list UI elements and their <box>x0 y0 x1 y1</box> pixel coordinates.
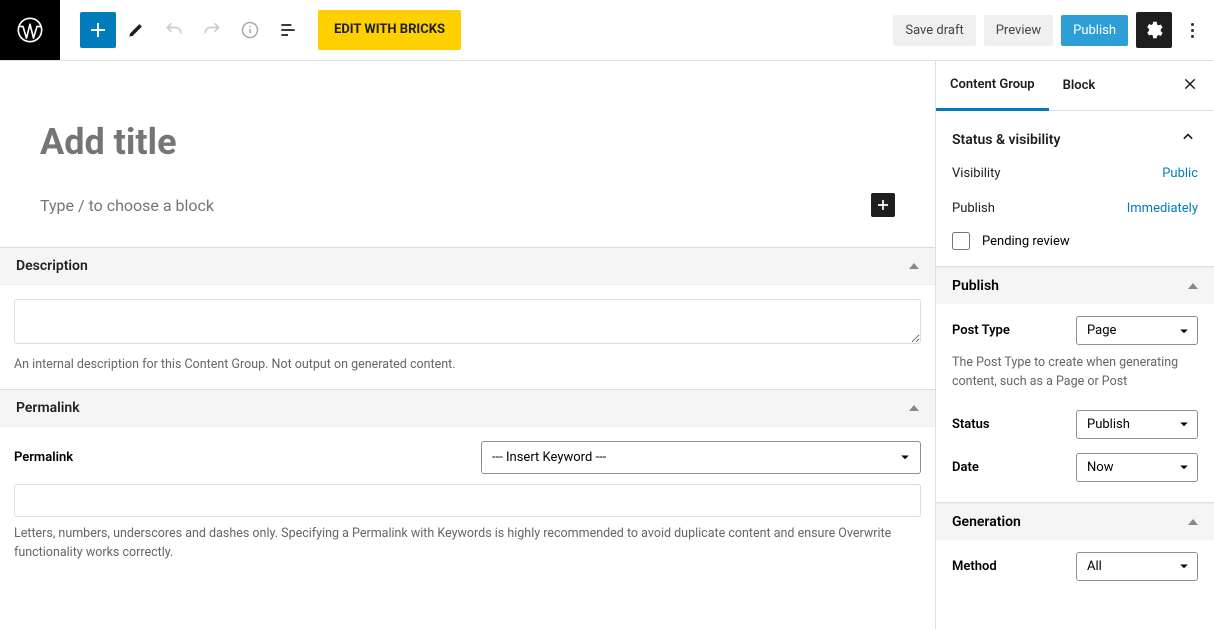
undo-button[interactable] <box>156 12 192 48</box>
caret-up-icon <box>909 263 919 269</box>
wordpress-icon <box>16 16 44 44</box>
tab-content-group[interactable]: Content Group <box>936 61 1049 111</box>
add-block-button[interactable] <box>80 12 116 48</box>
dot-icon <box>1191 29 1194 32</box>
dot-icon <box>1191 23 1194 26</box>
settings-button[interactable] <box>1136 12 1172 48</box>
status-visibility-section: Status & visibility Visibility Public Pu… <box>936 111 1214 267</box>
plus-icon <box>86 18 110 42</box>
outline-icon <box>278 20 298 40</box>
publish-button[interactable]: Publish <box>1061 15 1128 46</box>
publish-panel: Publish Post Type Page The Post Type to … <box>936 267 1214 503</box>
edit-with-bricks-button[interactable]: EDIT WITH BRICKS <box>318 10 461 50</box>
permalink-label: Permalink <box>14 450 73 465</box>
visibility-label: Visibility <box>952 166 1001 181</box>
preview-button[interactable]: Preview <box>984 15 1053 46</box>
save-draft-button[interactable]: Save draft <box>893 15 975 46</box>
wordpress-logo[interactable] <box>0 0 60 60</box>
permalink-hint: Letters, numbers, underscores and dashes… <box>14 525 921 563</box>
permalink-title: Permalink <box>16 400 80 416</box>
permalink-input[interactable] <box>14 484 921 517</box>
caret-up-icon <box>909 405 919 411</box>
status-visibility-header[interactable]: Status & visibility <box>952 127 1198 152</box>
top-toolbar: EDIT WITH BRICKS Save draft Preview Publ… <box>0 0 1214 61</box>
description-panel: Description An internal description for … <box>0 247 935 389</box>
publish-label: Publish <box>952 201 995 216</box>
date-select[interactable]: Now <box>1076 453 1198 482</box>
generation-panel-header[interactable]: Generation <box>936 503 1214 540</box>
dot-icon <box>1191 35 1194 38</box>
post-title-input[interactable] <box>40 121 895 163</box>
block-inserter-input[interactable] <box>40 196 871 215</box>
caret-up-icon <box>1188 519 1198 525</box>
chevron-up-icon <box>1178 127 1198 152</box>
pending-review-checkbox[interactable] <box>952 232 970 250</box>
description-textarea[interactable] <box>14 299 921 344</box>
sidebar-close-button[interactable] <box>1166 64 1214 108</box>
publish-value[interactable]: Immediately <box>1127 201 1198 216</box>
settings-sidebar: Content Group Block Status & visibility … <box>935 61 1214 629</box>
gear-icon <box>1143 19 1165 41</box>
toolbar-left: EDIT WITH BRICKS <box>60 10 461 50</box>
status-label: Status <box>952 417 990 432</box>
description-hint: An internal description for this Content… <box>14 356 921 375</box>
plus-icon <box>873 195 893 215</box>
method-select[interactable]: All <box>1076 552 1198 581</box>
post-type-select[interactable]: Page <box>1076 316 1198 345</box>
description-panel-header[interactable]: Description <box>0 248 935 285</box>
info-button[interactable] <box>232 12 268 48</box>
post-type-desc: The Post Type to create when generating … <box>952 353 1198 392</box>
status-select[interactable]: Publish <box>1076 410 1198 439</box>
description-title: Description <box>16 258 88 274</box>
visibility-value[interactable]: Public <box>1162 166 1198 181</box>
publish-panel-header[interactable]: Publish <box>936 267 1214 304</box>
permalink-panel: Permalink Permalink --- Insert Keyword -… <box>0 389 935 577</box>
generation-panel: Generation Method All <box>936 503 1214 601</box>
more-menu-button[interactable] <box>1180 12 1204 48</box>
close-icon <box>1182 76 1198 92</box>
pencil-icon <box>126 20 146 40</box>
tool-select-button[interactable] <box>118 12 154 48</box>
tab-block[interactable]: Block <box>1049 62 1110 109</box>
editor-column: Description An internal description for … <box>0 61 935 629</box>
undo-icon <box>164 20 184 40</box>
post-type-label: Post Type <box>952 323 1010 338</box>
permalink-panel-header[interactable]: Permalink <box>0 390 935 427</box>
outline-button[interactable] <box>270 12 306 48</box>
toolbar-right: Save draft Preview Publish <box>893 12 1214 48</box>
permalink-keyword-select[interactable]: --- Insert Keyword --- <box>481 441 921 474</box>
redo-icon <box>202 20 222 40</box>
method-label: Method <box>952 559 997 574</box>
redo-button[interactable] <box>194 12 230 48</box>
inline-add-block-button[interactable] <box>871 193 895 217</box>
pending-review-label: Pending review <box>982 234 1070 249</box>
date-label: Date <box>952 460 979 475</box>
caret-up-icon <box>1188 283 1198 289</box>
info-icon <box>240 20 260 40</box>
